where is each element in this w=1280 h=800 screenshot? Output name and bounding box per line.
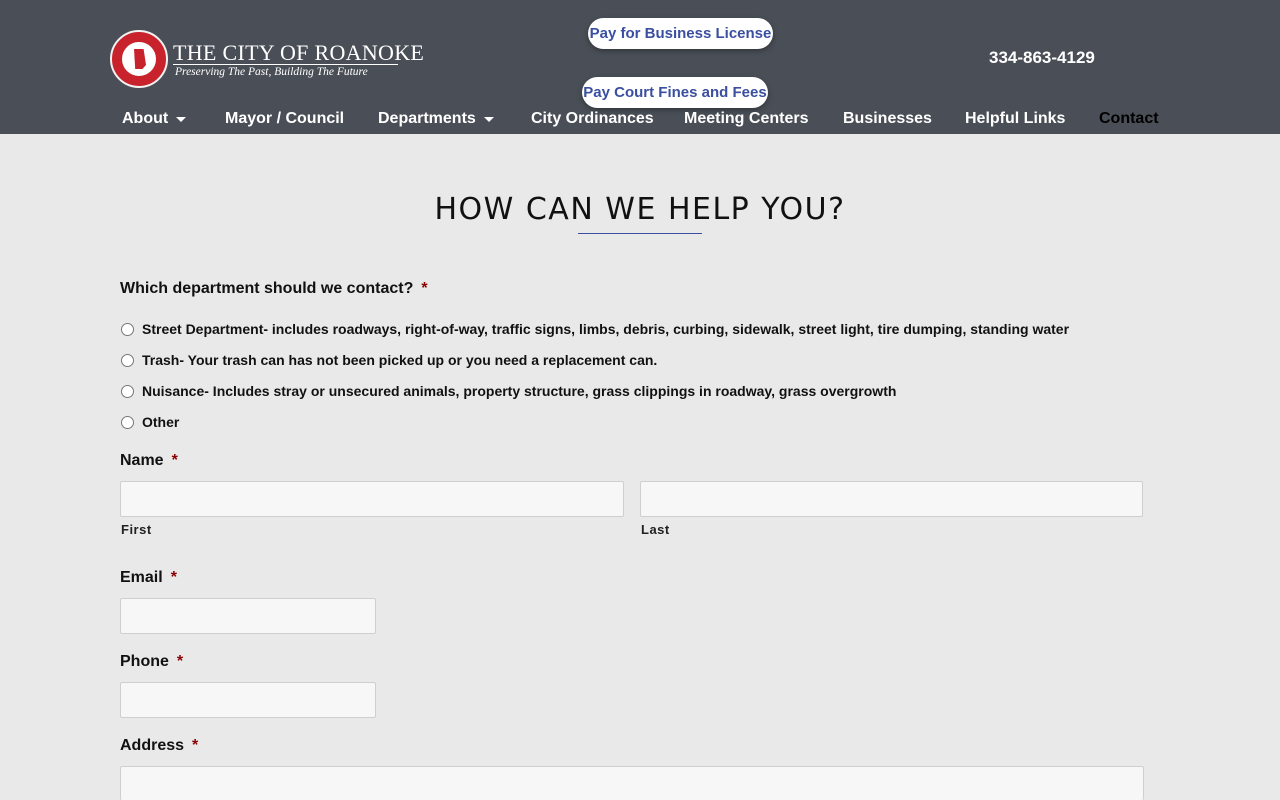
- label-text: Name: [120, 452, 164, 469]
- nav-mayor-council[interactable]: Mayor / Council: [225, 110, 344, 128]
- radio-button[interactable]: [121, 322, 134, 336]
- site-header: THE CITY OF ROANOKE Preserving The Past,…: [0, 0, 1280, 134]
- first-name-input[interactable]: [120, 481, 624, 517]
- page-title: HOW CAN WE HELP YOU?: [434, 192, 846, 227]
- main-nav: About Mayor / Council Departments City O…: [0, 110, 1280, 132]
- logo-divider: [173, 64, 398, 65]
- city-logo[interactable]: THE CITY OF ROANOKE Preserving The Past,…: [110, 30, 424, 90]
- phone-label: Phone *: [120, 653, 183, 671]
- pay-court-fines-button[interactable]: Pay Court Fines and Fees: [582, 77, 768, 108]
- address-input[interactable]: [120, 766, 1144, 800]
- address-label: Address *: [120, 737, 198, 755]
- nav-label: City Ordinances: [531, 110, 654, 127]
- nav-meeting-centers[interactable]: Meeting Centers: [684, 110, 808, 128]
- nav-label: Mayor / Council: [225, 110, 345, 127]
- label-text: Phone: [120, 653, 169, 670]
- nav-contact[interactable]: Contact: [1099, 110, 1159, 128]
- option-label: Nuisance- Includes stray or unsecured an…: [142, 383, 897, 399]
- department-option-street[interactable]: Street Department- includes roadways, ri…: [121, 321, 1069, 337]
- radio-button[interactable]: [121, 353, 134, 367]
- last-name-sublabel: Last: [641, 522, 670, 537]
- nav-about[interactable]: About: [122, 110, 187, 128]
- required-marker: *: [421, 280, 428, 297]
- logo-tagline: Preserving The Past, Building The Future: [175, 66, 368, 78]
- option-label: Other: [142, 414, 180, 430]
- department-option-nuisance[interactable]: Nuisance- Includes stray or unsecured an…: [121, 383, 896, 399]
- nav-label: About: [122, 110, 169, 127]
- nav-label: Meeting Centers: [684, 110, 809, 127]
- caret-down-icon: [483, 116, 494, 122]
- email-input[interactable]: [120, 598, 376, 634]
- label-text: Which department should we contact?: [120, 280, 414, 297]
- email-label: Email *: [120, 569, 177, 587]
- option-label: Street Department- includes roadways, ri…: [142, 321, 1070, 337]
- last-name-input[interactable]: [640, 481, 1143, 517]
- logo-title: THE CITY OF ROANOKE: [173, 40, 425, 65]
- name-label: Name *: [120, 452, 178, 470]
- radio-button[interactable]: [121, 384, 134, 398]
- pay-business-license-button[interactable]: Pay for Business License: [588, 18, 773, 49]
- phone-input[interactable]: [120, 682, 376, 718]
- nav-label: Businesses: [843, 110, 932, 127]
- department-question-label: Which department should we contact? *: [120, 280, 428, 298]
- required-marker: *: [170, 569, 177, 586]
- department-option-other[interactable]: Other: [121, 414, 179, 430]
- radio-button[interactable]: [121, 415, 134, 429]
- nav-businesses[interactable]: Businesses: [843, 110, 932, 128]
- title-underline: [578, 233, 702, 234]
- nav-label: Contact: [1099, 110, 1159, 127]
- first-name-sublabel: First: [121, 522, 152, 537]
- nav-departments[interactable]: Departments: [378, 110, 494, 128]
- nav-label: Helpful Links: [965, 110, 1066, 127]
- nav-city-ordinances[interactable]: City Ordinances: [531, 110, 654, 128]
- label-text: Address: [120, 737, 185, 754]
- nav-helpful-links[interactable]: Helpful Links: [965, 110, 1065, 128]
- required-marker: *: [192, 737, 199, 754]
- required-marker: *: [171, 452, 178, 469]
- city-seal-icon: [110, 30, 168, 88]
- required-marker: *: [176, 653, 184, 670]
- option-label: Trash- Your trash can has not been picke…: [142, 352, 658, 368]
- nav-label: Departments: [378, 110, 476, 127]
- phone-number[interactable]: 334-863-4129: [989, 48, 1095, 68]
- label-text: Email: [120, 569, 163, 586]
- department-option-trash[interactable]: Trash- Your trash can has not been picke…: [121, 352, 657, 368]
- caret-down-icon: [176, 116, 187, 122]
